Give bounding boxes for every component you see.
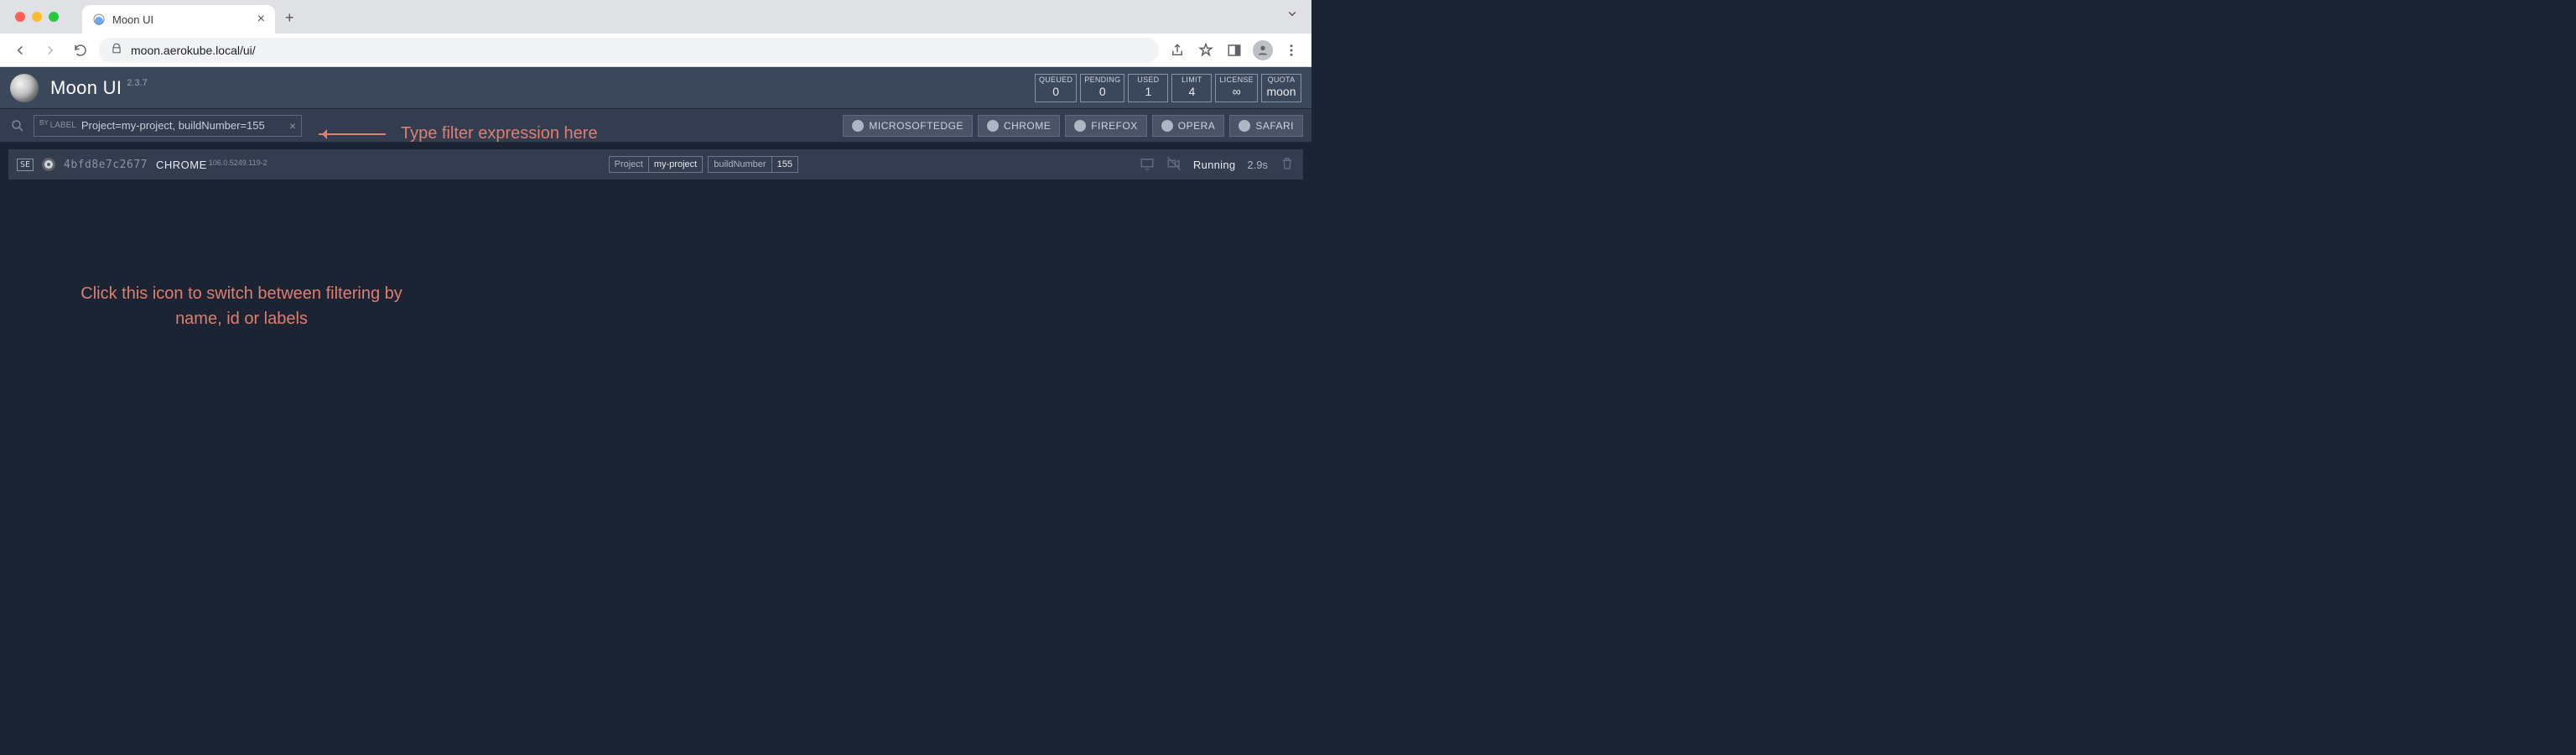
browser-icon xyxy=(1239,120,1250,132)
stat-box-license: LICENSE∞ xyxy=(1215,74,1258,102)
session-tag: Projectmy-project xyxy=(609,156,704,173)
browser-pill-label: OPERA xyxy=(1178,120,1216,132)
browser-icon xyxy=(1074,120,1086,132)
browser-pill-label: MICROSOFTEDGE xyxy=(869,120,963,132)
tag-value: 155 xyxy=(771,157,797,172)
bookmark-icon[interactable] xyxy=(1194,39,1218,62)
filter-mode-label: BYLABEL xyxy=(39,121,76,130)
browser-filter-pills: MICROSOFTEDGE CHROME FIREFOX OPERA SAFARI xyxy=(843,115,1303,137)
filter-clear-icon[interactable]: × xyxy=(289,119,296,133)
stat-boxes: QUEUED0PENDING0USED1LIMIT4LICENSE∞QUOTAm… xyxy=(1035,74,1301,102)
tag-value: my-project xyxy=(648,157,702,172)
window-close-icon[interactable] xyxy=(15,12,25,22)
browser-filter-opera[interactable]: OPERA xyxy=(1152,115,1225,137)
new-tab-button[interactable]: + xyxy=(285,9,294,27)
selenium-badge: SE xyxy=(17,159,34,171)
filter-bar: BYLABEL Project=my-project, buildNumber=… xyxy=(0,109,1311,143)
profile-button[interactable] xyxy=(1251,39,1275,62)
session-tag: buildNumber155 xyxy=(708,156,798,173)
sessions-list: SE 4bfd8e7c2677 CHROME106.0.5249.119-2 P… xyxy=(0,143,1311,186)
session-row[interactable]: SE 4bfd8e7c2677 CHROME106.0.5249.119-2 P… xyxy=(8,149,1303,180)
tab-title: Moon UI xyxy=(112,13,251,26)
window-minimize-icon[interactable] xyxy=(32,12,42,22)
address-bar: moon.aerokube.local/ui/ xyxy=(0,34,1311,67)
lock-icon xyxy=(111,43,122,57)
browser-filter-firefox[interactable]: FIREFOX xyxy=(1065,115,1147,137)
stat-box-pending: PENDING0 xyxy=(1080,74,1124,102)
tab-favicon-icon xyxy=(92,13,106,26)
url-text: moon.aerokube.local/ui/ xyxy=(131,44,256,57)
browser-pill-label: FIREFOX xyxy=(1091,120,1138,132)
stat-label: LIMIT xyxy=(1182,76,1202,85)
browser-filter-chrome[interactable]: CHROME xyxy=(978,115,1060,137)
browser-filter-microsoftedge[interactable]: MICROSOFTEDGE xyxy=(843,115,973,137)
avatar-icon xyxy=(1253,40,1273,60)
stat-box-quota: QUOTAmoon xyxy=(1261,74,1301,102)
stat-value: ∞ xyxy=(1233,85,1241,99)
app-title: Moon UI xyxy=(50,77,122,99)
screen-icon xyxy=(1140,156,1155,174)
browser-icon xyxy=(1161,120,1173,132)
delete-session-icon[interactable] xyxy=(1280,156,1295,174)
stat-value: moon xyxy=(1266,85,1296,99)
stat-label: QUOTA xyxy=(1268,76,1296,85)
tab-strip: Moon UI × + xyxy=(0,0,1311,34)
chrome-icon xyxy=(42,158,55,171)
nav-reload-button[interactable] xyxy=(69,39,92,62)
nav-forward-button xyxy=(39,39,62,62)
stat-box-limit: LIMIT4 xyxy=(1171,74,1212,102)
window-controls xyxy=(15,12,59,22)
session-id: 4bfd8e7c2677 xyxy=(64,159,148,171)
tag-key: buildNumber xyxy=(709,157,771,172)
filter-mode-toggle-icon[interactable] xyxy=(8,117,27,135)
app-header: Moon UI 2.3.7 QUEUED0PENDING0USED1LIMIT4… xyxy=(0,67,1311,109)
browser-filter-safari[interactable]: SAFARI xyxy=(1229,115,1303,137)
stat-label: PENDING xyxy=(1084,76,1120,85)
panel-icon[interactable] xyxy=(1223,39,1246,62)
stat-label: QUEUED xyxy=(1039,76,1072,85)
browser-tab[interactable]: Moon UI × xyxy=(82,5,275,34)
menu-icon[interactable] xyxy=(1280,39,1303,62)
share-icon[interactable] xyxy=(1166,39,1189,62)
stat-box-queued: QUEUED0 xyxy=(1035,74,1077,102)
stat-box-used: USED1 xyxy=(1128,74,1168,102)
browser-pill-label: SAFARI xyxy=(1255,120,1294,132)
browser-pill-label: CHROME xyxy=(1004,120,1051,132)
stat-label: USED xyxy=(1137,76,1159,85)
filter-value: Project=my-project, buildNumber=155 xyxy=(81,119,284,132)
stat-label: LICENSE xyxy=(1219,76,1254,85)
browser-icon xyxy=(852,120,864,132)
url-input[interactable]: moon.aerokube.local/ui/ xyxy=(99,38,1159,63)
moon-logo-icon xyxy=(10,74,39,102)
nav-back-button[interactable] xyxy=(8,39,32,62)
tag-key: Project xyxy=(610,157,648,172)
session-time: 2.9s xyxy=(1247,159,1268,171)
annotation-filter-toggle: Click this icon to switch between filter… xyxy=(57,281,426,331)
session-status: Running xyxy=(1193,159,1236,171)
tabs-dropdown-icon[interactable] xyxy=(1285,6,1300,25)
app-version: 2.3.7 xyxy=(127,78,147,88)
stat-value: 1 xyxy=(1145,85,1151,99)
stat-value: 0 xyxy=(1099,85,1106,99)
session-browser: CHROME106.0.5249.119-2 xyxy=(156,159,267,171)
stat-value: 4 xyxy=(1188,85,1195,99)
browser-icon xyxy=(987,120,999,132)
browser-chrome: Moon UI × + moon.aerokube.local/ui/ xyxy=(0,0,1311,67)
video-off-icon xyxy=(1166,156,1182,174)
session-tags: Projectmy-projectbuildNumber155 xyxy=(276,156,1131,173)
stat-value: 0 xyxy=(1052,85,1059,99)
tab-close-icon[interactable]: × xyxy=(257,12,265,27)
filter-input[interactable]: BYLABEL Project=my-project, buildNumber=… xyxy=(34,115,302,137)
window-maximize-icon[interactable] xyxy=(49,12,59,22)
